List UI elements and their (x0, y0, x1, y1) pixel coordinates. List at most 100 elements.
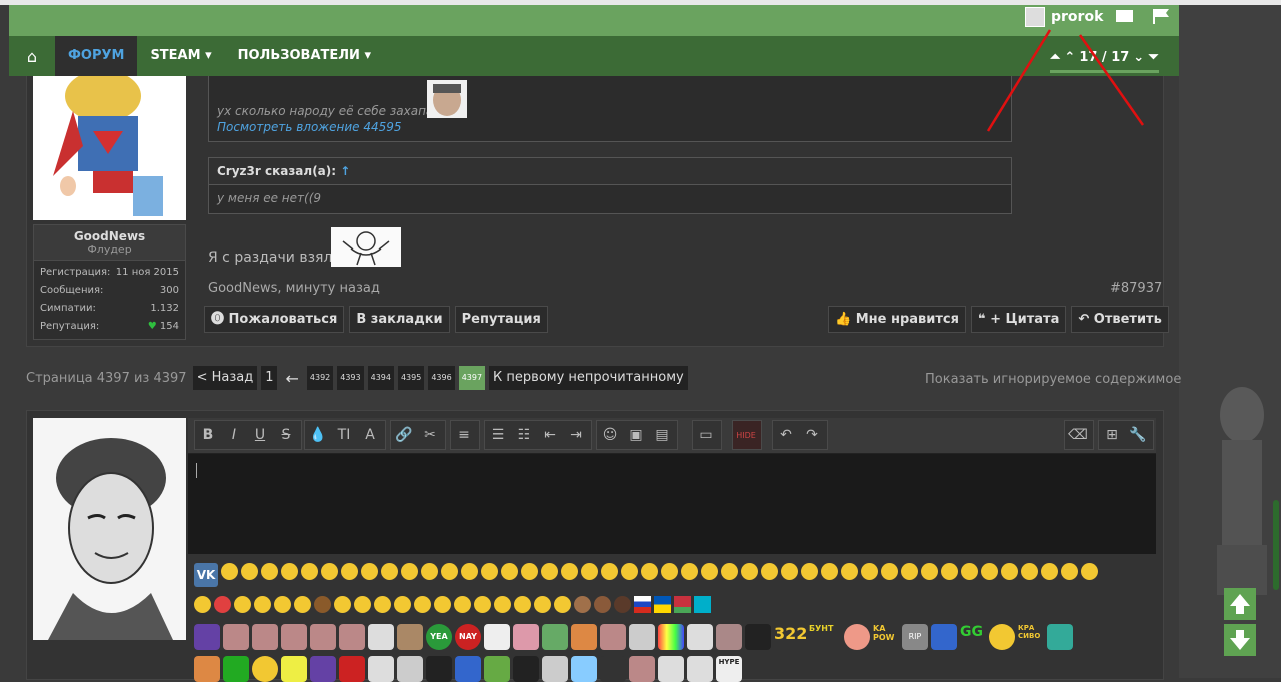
chevron-down-icon[interactable]: ⌄ (1133, 50, 1144, 65)
strike-icon[interactable]: S (273, 427, 299, 443)
scroll-to-top-button[interactable] (1224, 588, 1256, 620)
bold-icon[interactable]: B (195, 427, 221, 443)
belarus-flag-icon[interactable] (674, 596, 691, 613)
kazakhstan-flag-icon[interactable] (694, 596, 711, 613)
italic-icon[interactable]: I (221, 427, 247, 443)
bookmark-button[interactable]: В закладки (349, 306, 450, 333)
hand-icon[interactable] (394, 596, 411, 613)
smiley-icon[interactable] (501, 563, 518, 580)
emote-bunt[interactable]: БУНТ (809, 624, 841, 650)
smiley-icon[interactable] (801, 563, 818, 580)
face-emote-icon[interactable] (844, 624, 870, 650)
rainbow-emote-icon[interactable] (658, 624, 684, 650)
face-emote-icon[interactable] (252, 656, 278, 682)
reply-text-area[interactable] (188, 454, 1156, 554)
smiley-icon[interactable] (941, 563, 958, 580)
smiley-icon[interactable]: ☺ (597, 427, 623, 443)
emote-icon[interactable] (455, 656, 481, 682)
smiley-icon[interactable] (281, 563, 298, 580)
banana-emote-icon[interactable] (281, 656, 307, 682)
smiley-icon[interactable] (621, 563, 638, 580)
first-unread-button[interactable]: К первому непрочитанному (489, 366, 688, 390)
emote-gg[interactable]: GG (960, 624, 986, 650)
face-emote-icon[interactable] (339, 624, 365, 650)
report-button[interactable]: ⓿ Пожаловаться (204, 306, 345, 333)
smiley-icon[interactable] (981, 563, 998, 580)
align-icon[interactable]: ≡ (451, 427, 477, 443)
thumbs-down-icon[interactable] (354, 596, 371, 613)
page-4393[interactable]: 4393 (337, 366, 364, 390)
page-scrollbar-thumb[interactable] (1273, 500, 1279, 590)
dog-emote-icon[interactable] (513, 624, 539, 650)
face-emote-icon[interactable] (397, 624, 423, 650)
smiley-icon[interactable] (1081, 563, 1098, 580)
smiley-icon[interactable] (401, 563, 418, 580)
flag-icon[interactable] (1152, 8, 1170, 24)
emote-icon[interactable] (600, 656, 626, 682)
smiley-icon[interactable] (221, 563, 238, 580)
smiley-icon[interactable] (341, 563, 358, 580)
smiley-icon[interactable] (241, 563, 258, 580)
hand-icon[interactable] (474, 596, 491, 613)
face-emote-icon[interactable] (989, 624, 1015, 650)
post-author-line[interactable]: GoodNews, минуту назад (208, 281, 380, 296)
emote-icon[interactable] (571, 656, 597, 682)
face-emote-icon[interactable] (310, 624, 336, 650)
face-emote-icon[interactable] (716, 624, 742, 650)
page-skip-arrow[interactable]: ← (281, 369, 302, 388)
numbered-list-icon[interactable]: ☷ (511, 427, 537, 443)
trash-emote-icon[interactable] (1047, 624, 1073, 650)
color-drop-icon[interactable]: 💧 (305, 427, 331, 443)
illuminati-emote-icon[interactable] (542, 624, 568, 650)
twitch-icon[interactable] (310, 656, 336, 682)
smiley-icon[interactable] (741, 563, 758, 580)
face-emote-icon[interactable] (484, 624, 510, 650)
cat-emote-icon[interactable] (687, 656, 713, 682)
eraser-icon[interactable]: ⌫ (1065, 427, 1091, 443)
page-4396[interactable]: 4396 (428, 366, 455, 390)
outdent-icon[interactable]: ⇤ (537, 427, 563, 443)
smiley-icon[interactable] (681, 563, 698, 580)
link-icon[interactable]: 🔗 (391, 427, 417, 443)
hand-icon[interactable] (434, 596, 451, 613)
smiley-icon[interactable] (254, 596, 271, 613)
undo-icon[interactable]: ↶ (773, 427, 799, 443)
smiley-icon[interactable] (641, 563, 658, 580)
hide-icon[interactable]: HIDE (733, 431, 759, 440)
ok-hand-icon[interactable] (374, 596, 391, 613)
smiley-icon[interactable] (861, 563, 878, 580)
page-4392[interactable]: 4392 (306, 366, 334, 390)
ukraine-flag-icon[interactable] (654, 596, 671, 613)
quote-jump-arrow[interactable]: ↑ (340, 164, 350, 178)
nay-emote[interactable]: NAY (455, 624, 481, 650)
smiley-icon[interactable] (194, 596, 211, 613)
smiley-icon[interactable] (721, 563, 738, 580)
smiley-icon[interactable] (361, 563, 378, 580)
yea-emote[interactable]: YEA (426, 624, 452, 650)
face-emote-icon[interactable] (397, 656, 423, 682)
envelope-icon[interactable] (1116, 10, 1133, 22)
media-icon[interactable]: ▤ (649, 427, 675, 443)
quote-button[interactable]: ❝ + Цитата (970, 306, 1067, 333)
smiley-icon[interactable] (1021, 563, 1038, 580)
emote-icon[interactable] (513, 656, 539, 682)
emote-krasivo[interactable]: КРА СИВО (1018, 624, 1044, 650)
smiley-icon[interactable] (881, 563, 898, 580)
face-emote-icon[interactable] (629, 624, 655, 650)
thumbs-up-icon[interactable] (334, 596, 351, 613)
smiley-icon[interactable] (294, 596, 311, 613)
smiley-icon[interactable] (901, 563, 918, 580)
scroll-to-bottom-button[interactable] (1224, 624, 1256, 656)
attachment-link[interactable]: Посмотреть вложение 44595 (217, 120, 402, 134)
smiley-icon[interactable] (1041, 563, 1058, 580)
hand-icon[interactable] (494, 596, 511, 613)
bullet-list-icon[interactable]: ☰ (485, 427, 511, 443)
emote-icon[interactable] (426, 656, 452, 682)
expand-icon[interactable]: ⊞ (1099, 427, 1125, 443)
wrench-icon[interactable]: 🔧 (1125, 427, 1151, 443)
smiley-icon[interactable] (261, 563, 278, 580)
penguin-emote-icon[interactable] (931, 624, 957, 650)
smiley-icon[interactable] (381, 563, 398, 580)
home-icon[interactable]: ⌂ (9, 47, 55, 66)
face-emote-icon[interactable] (252, 624, 278, 650)
